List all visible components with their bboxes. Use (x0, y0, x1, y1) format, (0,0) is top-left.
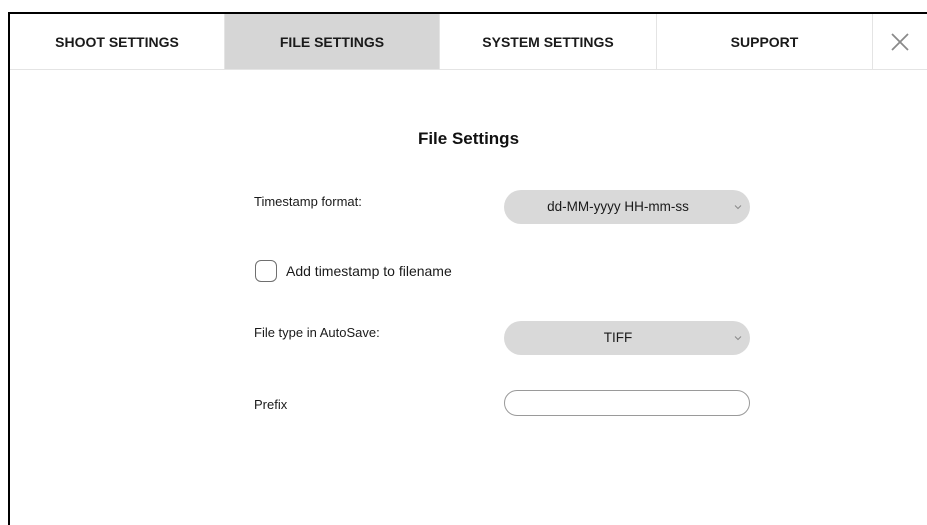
prefix-input[interactable] (504, 390, 750, 416)
tab-system-settings[interactable]: SYSTEM SETTINGS (440, 14, 657, 69)
close-icon (891, 32, 909, 51)
timestamp-format-select[interactable]: dd-MM-yyyy HH-mm-ss (504, 190, 750, 224)
settings-window: SHOOT SETTINGS FILE SETTINGS SYSTEM SETT… (8, 12, 927, 525)
chevron-down-icon (734, 205, 742, 210)
tab-file-settings[interactable]: FILE SETTINGS (225, 14, 440, 69)
chevron-down-icon (734, 336, 742, 341)
add-timestamp-checkbox[interactable] (255, 260, 277, 282)
timestamp-format-label: Timestamp format: (254, 194, 362, 209)
add-timestamp-option[interactable]: Add timestamp to filename (255, 260, 452, 282)
tab-support[interactable]: SUPPORT (657, 14, 873, 69)
tab-bar: SHOOT SETTINGS FILE SETTINGS SYSTEM SETT… (10, 14, 927, 70)
file-type-value: TIFF (603, 330, 633, 345)
tab-shoot-settings[interactable]: SHOOT SETTINGS (10, 14, 225, 69)
file-type-label: File type in AutoSave: (254, 325, 380, 340)
timestamp-format-value: dd-MM-yyyy HH-mm-ss (547, 199, 689, 214)
close-button[interactable] (873, 14, 927, 69)
file-type-select[interactable]: TIFF (504, 321, 750, 355)
add-timestamp-label: Add timestamp to filename (286, 263, 452, 279)
prefix-label: Prefix (254, 397, 288, 412)
page-title: File Settings (417, 129, 520, 148)
